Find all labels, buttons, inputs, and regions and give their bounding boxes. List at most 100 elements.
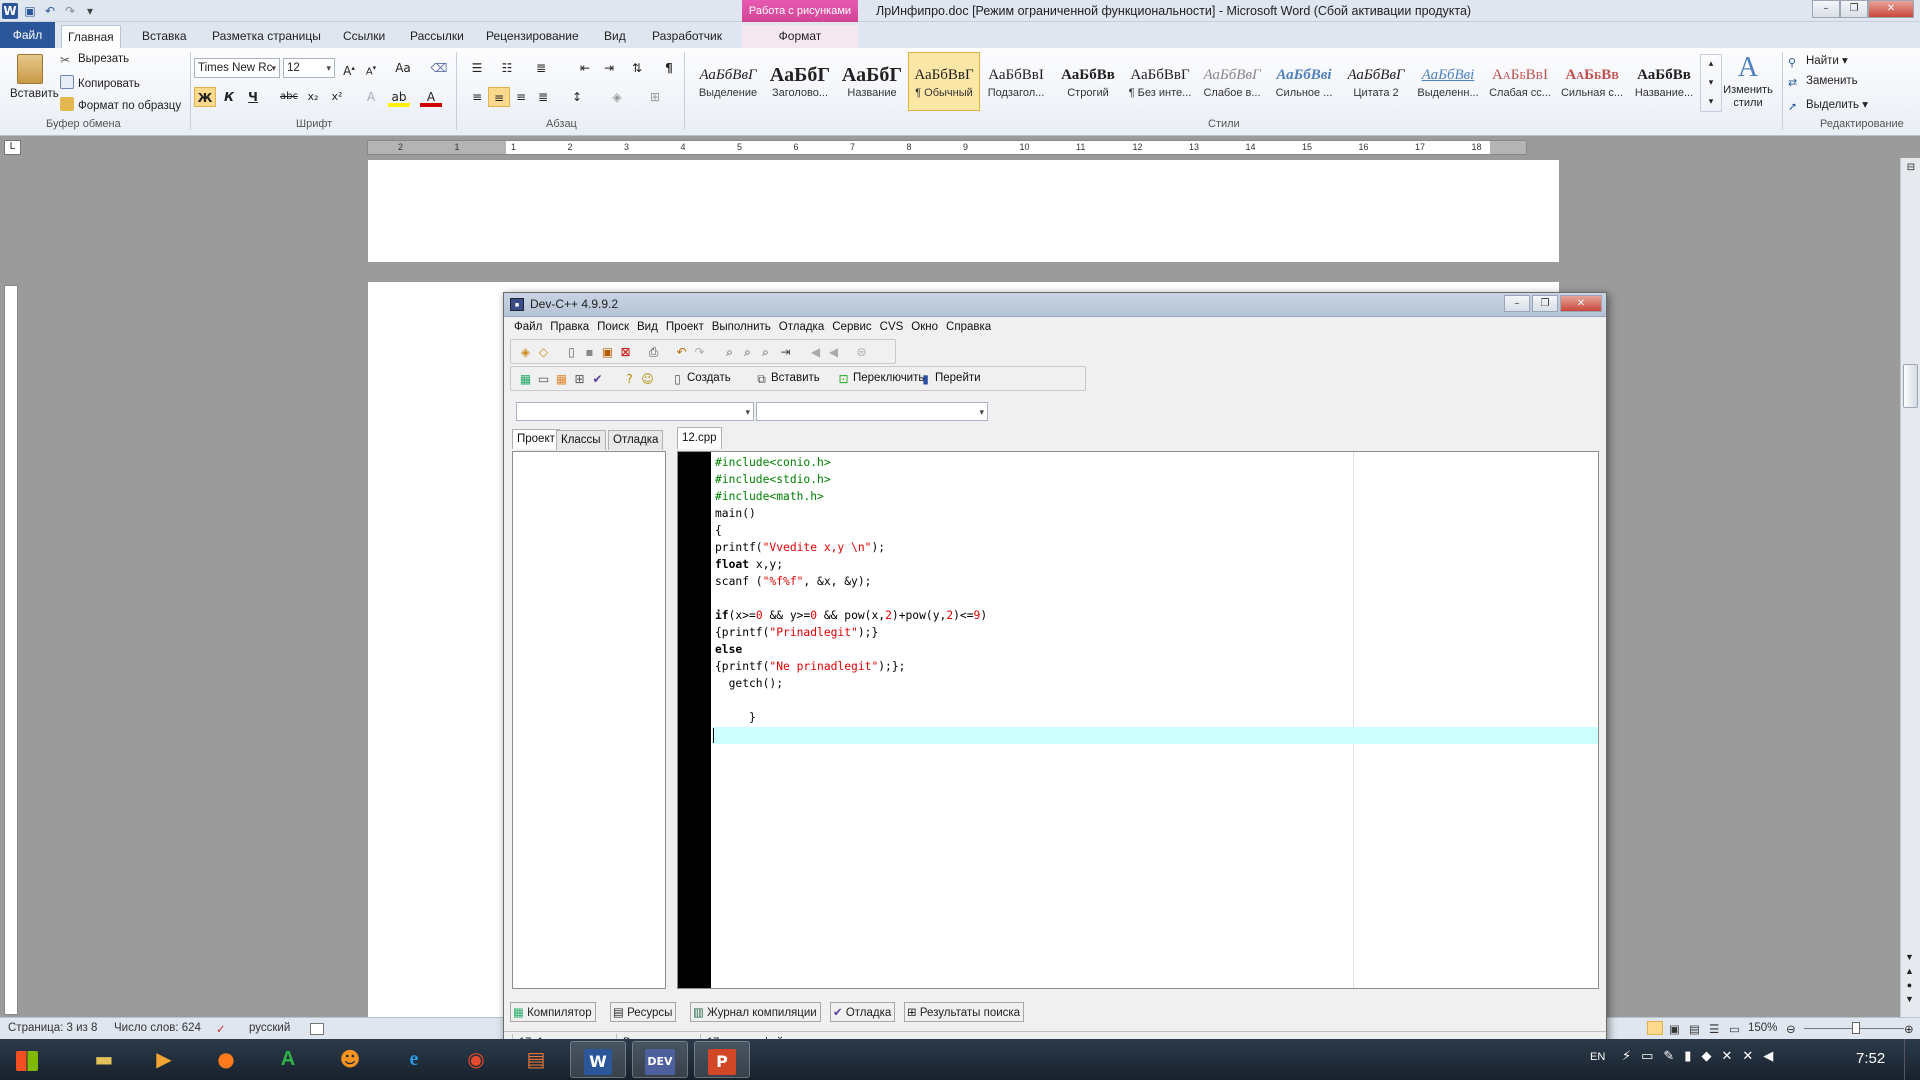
tab-compile-log[interactable]: ▥ Журнал компиляции (690, 1002, 821, 1022)
grow-font-icon[interactable]: A▴ (338, 58, 360, 78)
browse-buttons[interactable]: ▼ ▲ ● ▼ (1905, 950, 1914, 1006)
about-icon[interactable]: ☺ (639, 371, 656, 387)
insert-button[interactable]: Вставить (771, 372, 820, 384)
restore-button[interactable]: ❐ (1840, 0, 1868, 18)
chrome-icon[interactable]: ◉ (448, 1041, 504, 1078)
style-item[interactable]: АаБбГ Название (836, 52, 908, 111)
zoom-level[interactable]: 150% (1748, 1022, 1777, 1034)
stop-icon[interactable]: ⊜ (853, 344, 870, 360)
style-item[interactable]: АаБбВвI Подзагол... (980, 52, 1052, 111)
redo-icon[interactable]: ↷ (62, 3, 78, 19)
tab-mailings[interactable]: Рассылки (404, 25, 470, 48)
clock[interactable]: 7:52 (1856, 1050, 1885, 1067)
create-icon[interactable]: ▯ (669, 371, 686, 387)
customize-qat-icon[interactable]: ▾ (82, 3, 98, 19)
word-count[interactable]: Число слов: 624 (114, 1022, 201, 1034)
style-item[interactable]: АаБбВв Строгий (1052, 52, 1124, 111)
explorer-icon[interactable]: ▬ (76, 1041, 132, 1078)
vertical-scrollbar[interactable]: ⊟ ▼ ▲ ● ▼ (1900, 158, 1920, 1018)
cut-button[interactable]: ✂ Вырезать (60, 53, 129, 67)
zoom-slider-thumb[interactable] (1852, 1022, 1860, 1034)
page-count[interactable]: Страница: 3 из 8 (8, 1022, 97, 1034)
tray-icons[interactable]: ⚡▭✎▮◆✕✕◀ (1622, 1049, 1783, 1064)
taskbar-powerpoint[interactable]: P (694, 1041, 750, 1078)
start-button[interactable] (2, 1041, 52, 1078)
tab-review[interactable]: Рецензирование (480, 25, 585, 48)
highlight-icon[interactable]: ab (388, 87, 410, 107)
borders-icon[interactable]: ⊞ (644, 87, 666, 107)
style-item[interactable]: АаБбВвГ Выделение (692, 52, 764, 111)
style-item[interactable]: АаБбВвГ Слабое в... (1196, 52, 1268, 111)
input-language[interactable]: EN (1590, 1051, 1605, 1063)
tab-references[interactable]: Ссылки (337, 25, 391, 48)
close-button[interactable]: ✕ (1868, 0, 1914, 18)
outline-icon[interactable]: ☰ (1709, 1022, 1719, 1036)
open-project-icon[interactable]: ◇ (535, 344, 552, 360)
zoom-in-icon[interactable]: ⊕ (1904, 1022, 1914, 1036)
odnoklassniki-icon[interactable]: ☻ (322, 1041, 378, 1078)
tab-selector[interactable]: L (4, 140, 21, 155)
code-editor[interactable]: #include<conio.h> #include<stdio.h> #inclu… (677, 451, 1599, 989)
bullets-icon[interactable]: ☰ (466, 58, 488, 78)
menu-search[interactable]: Поиск (593, 317, 633, 337)
change-styles-button[interactable]: A Изменить стили (1722, 52, 1774, 110)
tab-insert[interactable]: Вставка (136, 25, 193, 48)
replace-icon[interactable]: ⌕ (739, 344, 756, 360)
vertical-ruler[interactable] (4, 285, 18, 1015)
language-indicator[interactable]: русский (249, 1022, 290, 1034)
clear-formatting-icon[interactable]: ⌫ (428, 58, 450, 78)
copy-button[interactable]: Копировать (60, 75, 140, 90)
compile-run-icon[interactable]: ▦ (553, 371, 570, 387)
find-button[interactable]: ⚲ Найти ▾ (1788, 53, 1848, 70)
horizontal-ruler[interactable]: 2 1 1 2 3 4 5 6 7 8 9 10 11 12 13 14 15 16 17 18 (367, 140, 1527, 155)
tab-file[interactable]: Файл (0, 22, 55, 48)
goto-line-icon[interactable]: ⇥ (777, 344, 794, 360)
insert-icon[interactable]: ⧉ (753, 371, 770, 387)
line-spacing-icon[interactable]: ↕ (566, 87, 588, 107)
align-center-icon[interactable]: ≡ (488, 87, 510, 107)
devcpp-title-bar[interactable]: ■ Dev-C++ 4.9.9.2 – ❐ ✕ (504, 293, 1606, 317)
justify-icon[interactable]: ≣ (532, 87, 554, 107)
undo-icon[interactable]: ↶ (42, 3, 58, 19)
style-item[interactable]: АаБбГ Заголово... (764, 52, 836, 111)
menu-project[interactable]: Проект (662, 317, 708, 337)
tab-format[interactable]: Формат (742, 25, 858, 48)
style-item[interactable]: АаБбВвІ Слабая сс... (1484, 52, 1556, 111)
draft-icon[interactable]: ▭ (1729, 1022, 1740, 1036)
menu-execute[interactable]: Выполнить (708, 317, 775, 337)
subscript-button[interactable]: x₂ (302, 87, 324, 107)
redo-icon[interactable]: ↷ (691, 344, 708, 360)
view-ruler-icon[interactable]: ⊟ (1904, 162, 1918, 176)
new-project-icon[interactable]: ◈ (517, 344, 534, 360)
tab-view[interactable]: Вид (598, 25, 632, 48)
tab-home[interactable]: Главная (61, 25, 121, 48)
tab-compiler[interactable]: ▦ Компилятор (510, 1002, 596, 1022)
file-tab[interactable]: 12.cpp (677, 427, 722, 449)
shrink-font-icon[interactable]: A▾ (360, 58, 382, 78)
change-case-icon[interactable]: Aa (392, 58, 414, 78)
menu-tools[interactable]: Сервис (828, 317, 875, 337)
create-button[interactable]: Создать (687, 372, 731, 384)
text-effects-icon[interactable]: A (360, 87, 382, 107)
strikethrough-button[interactable]: abc (278, 87, 300, 107)
devcpp-close-button[interactable]: ✕ (1560, 295, 1602, 312)
menu-help[interactable]: Справка (942, 317, 995, 337)
devcpp-maximize-button[interactable]: ❐ (1532, 295, 1558, 312)
menu-cvs[interactable]: CVS (876, 317, 908, 337)
font-color-icon[interactable]: A (420, 87, 442, 107)
tab-resources[interactable]: ▤ Ресурсы (610, 1002, 677, 1022)
toggle-bookmark-button[interactable]: Переключить (853, 372, 924, 384)
back-icon[interactable]: ◀ (807, 344, 824, 360)
italic-button[interactable]: К (218, 87, 240, 107)
goto-bookmark-button[interactable]: Перейти (935, 372, 981, 384)
new-file-icon[interactable]: ▯ (563, 344, 580, 360)
save-icon[interactable]: ▣ (22, 3, 38, 19)
devcpp-window[interactable]: ■ Dev-C++ 4.9.9.2 – ❐ ✕ Файл Правка Поис… (503, 292, 1607, 1052)
document-page[interactable] (368, 160, 1559, 262)
menu-view[interactable]: Вид (633, 317, 662, 337)
style-item[interactable]: АаБбВві Выделенн... (1412, 52, 1484, 111)
find-next-icon[interactable]: ⌕ (757, 344, 774, 360)
minimize-button[interactable]: – (1812, 0, 1840, 18)
style-item[interactable]: АаБбВв Сильная с... (1556, 52, 1628, 111)
word-app-icon[interactable]: W (2, 3, 18, 19)
